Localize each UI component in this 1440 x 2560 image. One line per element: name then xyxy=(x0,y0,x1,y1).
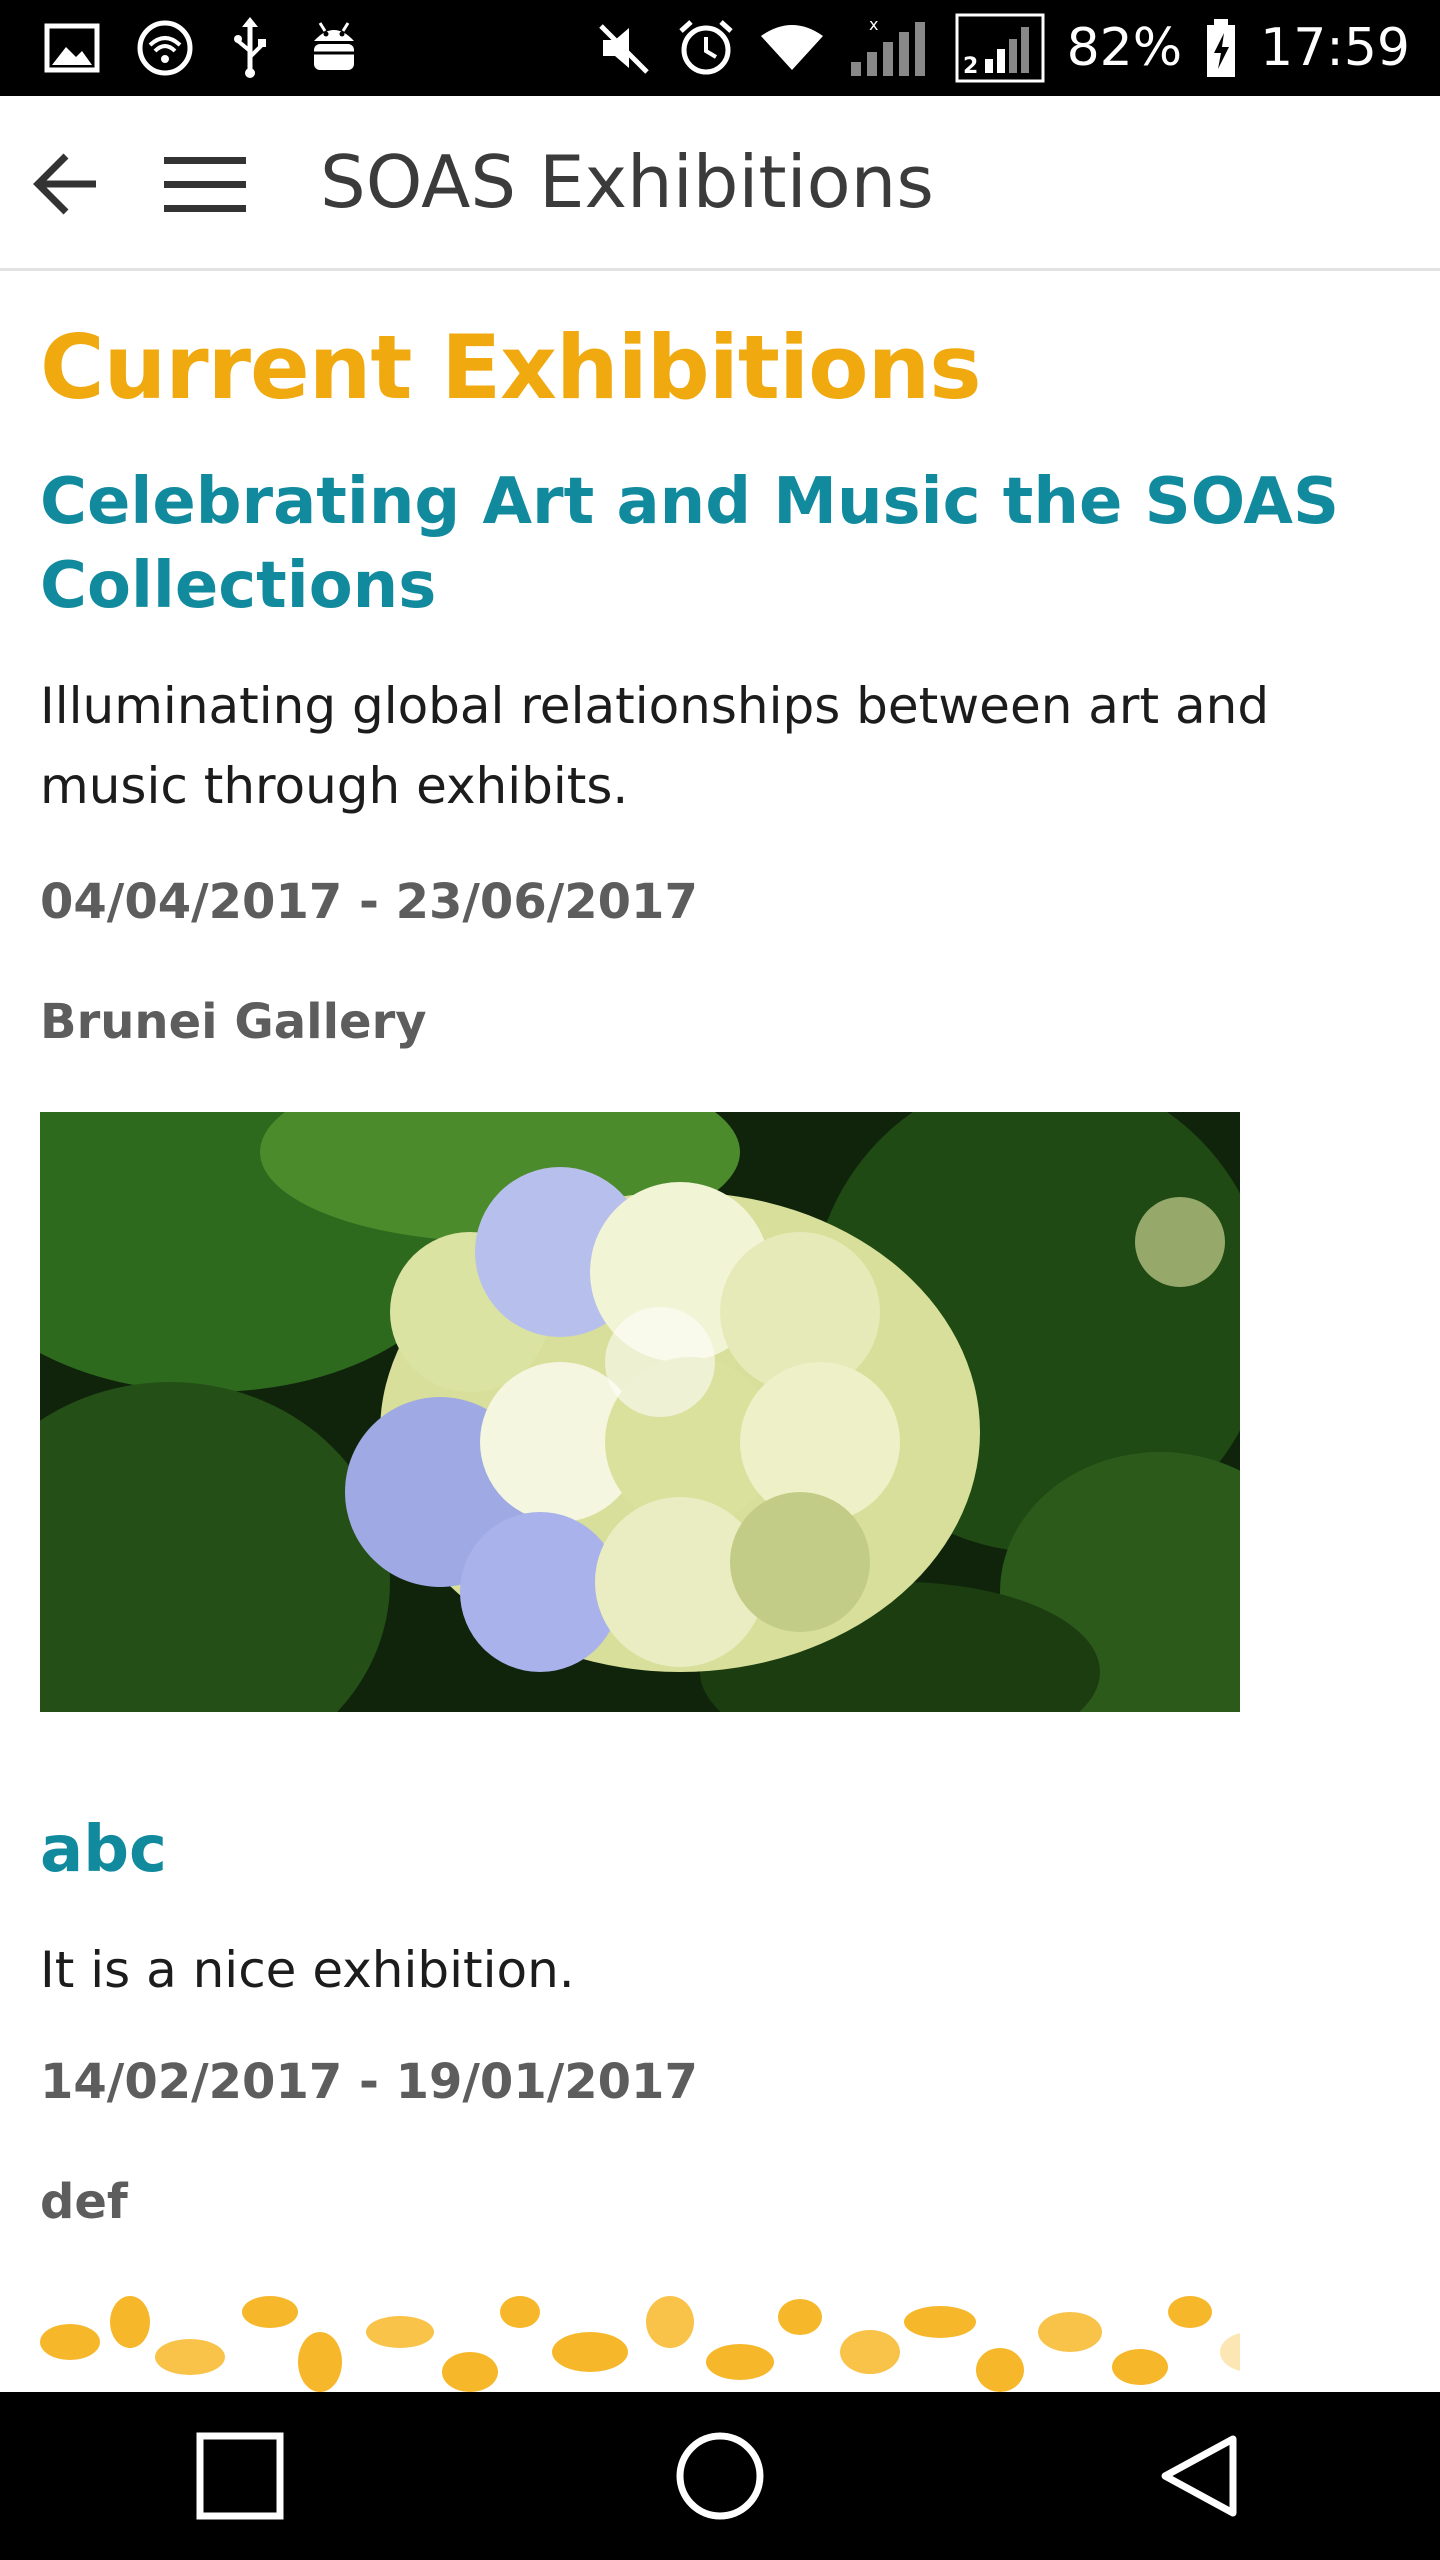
hamburger-menu-icon xyxy=(164,155,246,213)
exhibition-dates: 14/02/2017 - 19/01/2017 xyxy=(40,2054,698,2110)
back-arrow-icon xyxy=(32,152,100,216)
recent-apps-button[interactable] xyxy=(160,2396,320,2556)
exhibition-venue: def xyxy=(40,2174,128,2230)
hydrangea-photo xyxy=(40,1112,1240,1712)
status-bar: x 2 82% 17:59 xyxy=(0,0,1440,96)
system-nav-bar xyxy=(0,2392,1440,2560)
yellow-leaves-pattern xyxy=(40,2292,1240,2392)
signal-1-icon: x xyxy=(847,16,933,80)
exhibition-title[interactable]: Celebrating Art and Music the SOAS Colle… xyxy=(40,460,1340,628)
alarm-icon xyxy=(675,17,737,79)
battery-icon xyxy=(1204,17,1238,79)
svg-text:x: x xyxy=(869,16,878,34)
battery-percent: 82% xyxy=(1066,18,1183,78)
home-button[interactable] xyxy=(640,2396,800,2556)
page-heading: Current Exhibitions xyxy=(40,316,982,419)
wifi-icon xyxy=(759,22,825,74)
signal-2-icon: 2 xyxy=(955,13,1045,83)
wifi-hotspot-icon xyxy=(136,19,194,77)
recent-apps-icon xyxy=(195,2431,285,2521)
exhibition-image[interactable] xyxy=(40,1112,1240,1712)
back-button[interactable] xyxy=(26,144,106,224)
exhibition-description: It is a nice exhibition. xyxy=(40,1941,575,1999)
home-icon xyxy=(675,2431,765,2521)
mute-icon xyxy=(597,20,653,76)
app-bar: SOAS Exhibitions xyxy=(0,96,1440,271)
clock: 17:59 xyxy=(1260,18,1410,78)
exhibition-dates: 04/04/2017 - 23/06/2017 xyxy=(40,874,698,930)
back-nav-button[interactable] xyxy=(1120,2396,1280,2556)
exhibition-venue: Brunei Gallery xyxy=(40,994,427,1050)
back-icon xyxy=(1155,2431,1245,2521)
svg-text:2: 2 xyxy=(963,54,978,79)
menu-button[interactable] xyxy=(160,144,250,224)
exhibition-image[interactable] xyxy=(40,2292,1240,2392)
image-icon xyxy=(44,23,100,73)
app-title: SOAS Exhibitions xyxy=(320,140,934,224)
exhibition-description: Illuminating global relationships betwee… xyxy=(40,677,1270,815)
usb-icon xyxy=(230,17,270,79)
android-debug-icon xyxy=(306,19,362,77)
exhibition-title[interactable]: abc xyxy=(40,1808,1340,1892)
